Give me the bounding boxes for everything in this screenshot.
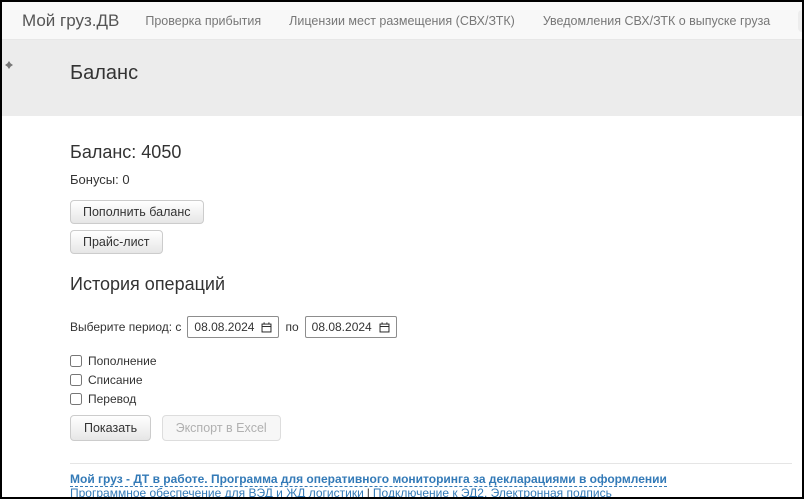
operation-filters: Пополнение Списание Перевод bbox=[70, 354, 802, 406]
filter-transfer-label: Перевод bbox=[88, 392, 136, 406]
software-link-2[interactable]: Подключение к ЭД2, Электронная подпись bbox=[373, 486, 612, 499]
history-section-title: История операций bbox=[70, 274, 802, 295]
period-selector: Выберите период: с 08.08.2024 по 08.08.2… bbox=[70, 316, 802, 338]
balance-label: Баланс: bbox=[70, 142, 136, 162]
balance-value: 4050 bbox=[141, 142, 181, 162]
nav-item-arrival-check[interactable]: Проверка прибытия bbox=[145, 14, 261, 28]
promo-link[interactable]: Мой груз - ДТ в работе. Программа для оп… bbox=[70, 472, 667, 487]
separator: | bbox=[367, 486, 370, 499]
bonus-amount: Бонусы: 0 bbox=[70, 172, 802, 187]
nav-item-licenses[interactable]: Лицензии мест размещения (СВХ/ЗТК) bbox=[289, 14, 515, 28]
collapsed-menu-icon[interactable] bbox=[5, 56, 13, 74]
calendar-icon[interactable] bbox=[379, 322, 390, 333]
filter-withdrawal-label: Списание bbox=[88, 373, 143, 387]
app-window: Мой груз.ДВ Проверка прибытия Лицензии м… bbox=[0, 0, 804, 499]
date-to-input[interactable]: 08.08.2024 bbox=[305, 316, 397, 338]
main-content: Баланс: 4050 Бонусы: 0 Пополнить баланс … bbox=[2, 116, 802, 499]
notifications-bell-button[interactable] bbox=[798, 10, 804, 32]
period-label: Выберите период: с bbox=[70, 320, 181, 334]
brand-logo[interactable]: Мой груз.ДВ bbox=[22, 11, 119, 31]
export-excel-button: Экспорт в Excel bbox=[162, 415, 281, 441]
balance-amount: Баланс: 4050 bbox=[70, 142, 802, 163]
footer-promo-line: Мой груз - ДТ в работе. Программа для оп… bbox=[70, 472, 802, 486]
date-from-input[interactable]: 08.08.2024 bbox=[187, 316, 279, 338]
pricelist-button[interactable]: Прайс-лист bbox=[70, 230, 163, 254]
page-header-band: Баланс bbox=[2, 40, 802, 116]
withdrawal-checkbox[interactable] bbox=[70, 374, 82, 386]
navbar-right-group: Регион: Дальний Восток (ДВТУ) bbox=[798, 3, 804, 39]
transfer-checkbox[interactable] bbox=[70, 393, 82, 405]
filter-topup-label: Пополнение bbox=[88, 354, 157, 368]
period-to-label: по bbox=[285, 320, 298, 334]
bonus-label: Бонусы: bbox=[70, 172, 119, 187]
footer-software-line: Программное обеспечение для ВЭД и ЖД лог… bbox=[70, 486, 802, 499]
software-link-1[interactable]: Программное обеспечение для ВЭД и ЖД лог… bbox=[70, 486, 364, 499]
topup-checkbox[interactable] bbox=[70, 355, 82, 367]
topup-balance-button[interactable]: Пополнить баланс bbox=[70, 200, 204, 224]
calendar-icon[interactable] bbox=[261, 322, 272, 333]
page-footer: Мой груз - ДТ в работе. Программа для оп… bbox=[70, 472, 802, 499]
page-title: Баланс bbox=[2, 40, 802, 85]
filter-transfer[interactable]: Перевод bbox=[70, 392, 802, 406]
show-button[interactable]: Показать bbox=[70, 415, 151, 441]
top-navbar: Мой груз.ДВ Проверка прибытия Лицензии м… bbox=[2, 2, 802, 40]
nav-item-notifications[interactable]: Уведомления СВХ/ЗТК о выпуске груза bbox=[543, 14, 770, 28]
bonus-value: 0 bbox=[122, 172, 129, 187]
history-actions: Показать Экспорт в Excel bbox=[70, 415, 802, 441]
filter-withdrawal[interactable]: Списание bbox=[70, 373, 802, 387]
date-to-value: 08.08.2024 bbox=[312, 320, 372, 334]
filter-topup[interactable]: Пополнение bbox=[70, 354, 802, 368]
footer-divider bbox=[70, 463, 792, 464]
date-from-value: 08.08.2024 bbox=[194, 320, 254, 334]
